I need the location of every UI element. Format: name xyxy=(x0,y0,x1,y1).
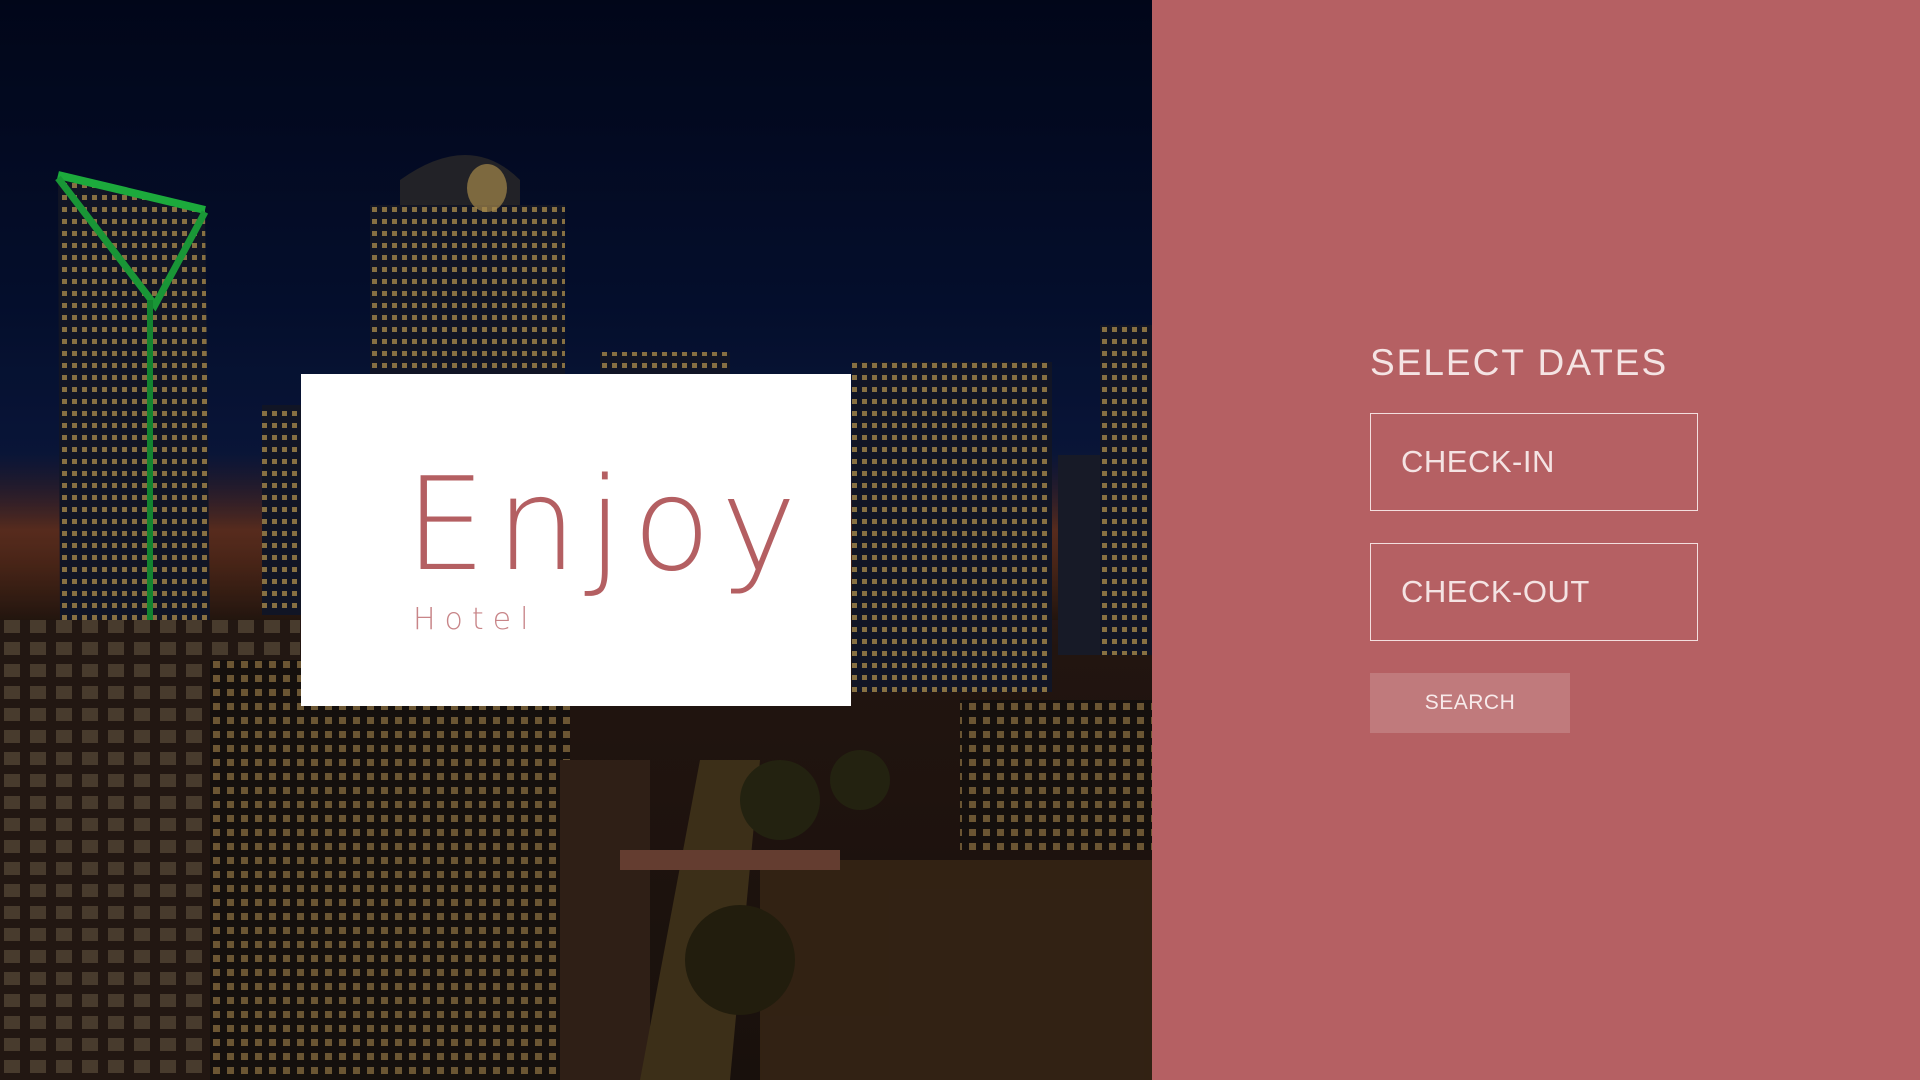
booking-page: Enjoy Hotel SELECT DATES CHECK-IN CHECK-… xyxy=(0,0,1920,1080)
check-in-field[interactable]: CHECK-IN xyxy=(1370,413,1698,511)
brand-subtitle: Hotel xyxy=(413,602,538,637)
booking-panel: SELECT DATES CHECK-IN CHECK-OUT SEARCH xyxy=(1152,0,1920,1080)
search-button[interactable]: SEARCH xyxy=(1370,673,1570,733)
check-out-field[interactable]: CHECK-OUT xyxy=(1370,543,1698,641)
brand-card: Enjoy Hotel xyxy=(301,374,851,706)
hero-city-image: Enjoy Hotel xyxy=(0,0,1152,1080)
check-out-label: CHECK-OUT xyxy=(1401,574,1590,609)
select-dates-heading: SELECT DATES xyxy=(1370,342,1669,383)
check-in-label: CHECK-IN xyxy=(1401,444,1555,479)
brand-title: Enjoy xyxy=(405,451,807,600)
